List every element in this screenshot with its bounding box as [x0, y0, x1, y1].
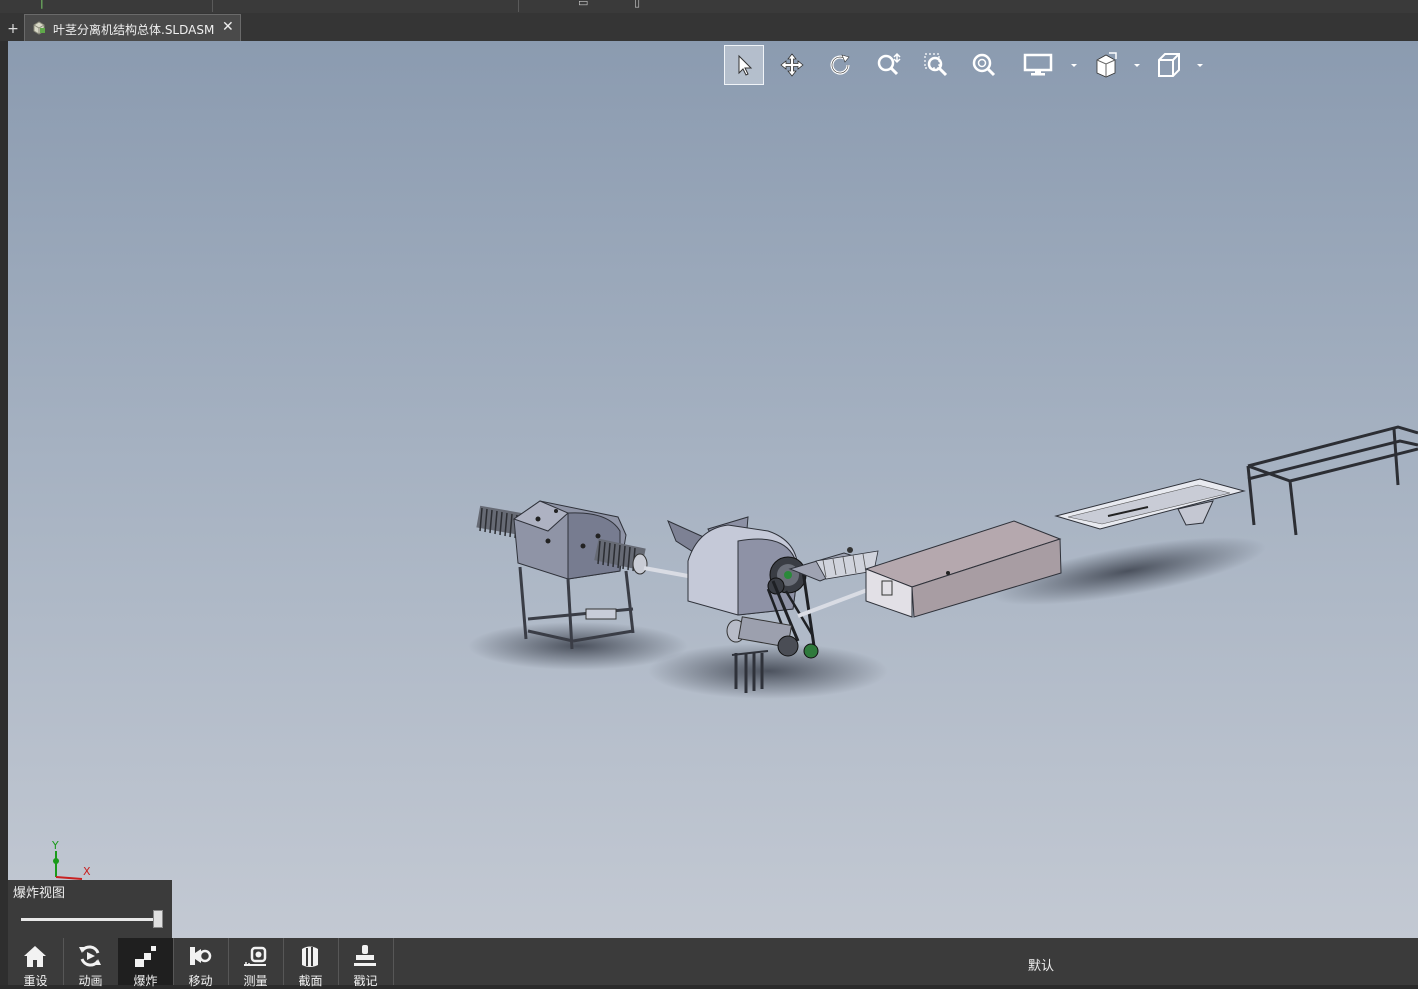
model-scene[interactable]: [8, 41, 1418, 938]
assembly-icon: [33, 21, 45, 35]
reset-label: 重设: [23, 974, 48, 988]
animation-icon: [79, 945, 101, 967]
home-icon: [24, 946, 46, 967]
section-label: 截面: [298, 974, 323, 988]
stamp-icon: [354, 945, 376, 966]
explode-button[interactable]: 爆炸: [118, 938, 174, 988]
explode-slider-track[interactable]: [21, 918, 161, 921]
explode-view-title: 爆炸视图: [13, 886, 66, 901]
measure-icon: [244, 946, 267, 966]
animation-label: 动画: [78, 974, 103, 988]
document-tab[interactable]: 叶茎分离机结构总体.SLDASM ✕: [24, 14, 241, 42]
ribbon-segment: [0, 0, 213, 12]
ribbon-icon: ▯: [634, 0, 641, 9]
explode-icon: [135, 946, 156, 967]
measure-label: 测量: [243, 974, 268, 988]
new-tab-button[interactable]: +: [6, 22, 20, 36]
stamp-label: 戳记: [353, 974, 378, 988]
ribbon-icon: ▭: [578, 0, 589, 9]
support-frame[interactable]: [1246, 425, 1418, 536]
animation-button[interactable]: 动画: [63, 938, 119, 988]
stamp-button[interactable]: 戳记: [338, 938, 393, 988]
move-label: 移动: [188, 974, 213, 988]
ribbon-marker-icon: |: [40, 0, 44, 9]
bottom-toolbar: 重设 动画 爆炸 移动 测量 截面 戳记 默认: [8, 938, 1418, 988]
graphics-viewport[interactable]: Y X: [8, 41, 1418, 938]
section-button[interactable]: 截面: [283, 938, 339, 988]
measure-button[interactable]: 测量: [228, 938, 284, 988]
reset-button[interactable]: 重设: [8, 938, 64, 988]
triad-x-label: X: [83, 865, 91, 878]
close-tab-icon[interactable]: ✕: [222, 19, 234, 35]
ribbon-remnant: | ▭ ▯: [0, 0, 1418, 14]
explode-slider-thumb[interactable]: [153, 910, 163, 928]
toolbar-divider: [393, 938, 394, 985]
explode-label: 爆炸: [133, 974, 158, 988]
configuration-name[interactable]: 默认: [1028, 955, 1054, 974]
left-edge: [0, 41, 8, 985]
triad-y-label: Y: [52, 839, 59, 852]
move-icon: [190, 947, 212, 965]
document-tab-title: 叶茎分离机结构总体.SLDASM: [53, 23, 215, 37]
explode-view-panel: 爆炸视图: [8, 880, 172, 938]
ribbon-segment: [213, 0, 519, 12]
drive-shaft[interactable]: [643, 566, 689, 578]
move-button[interactable]: 移动: [173, 938, 229, 988]
hopper-tray[interactable]: [1054, 478, 1246, 530]
section-icon: [302, 946, 318, 967]
